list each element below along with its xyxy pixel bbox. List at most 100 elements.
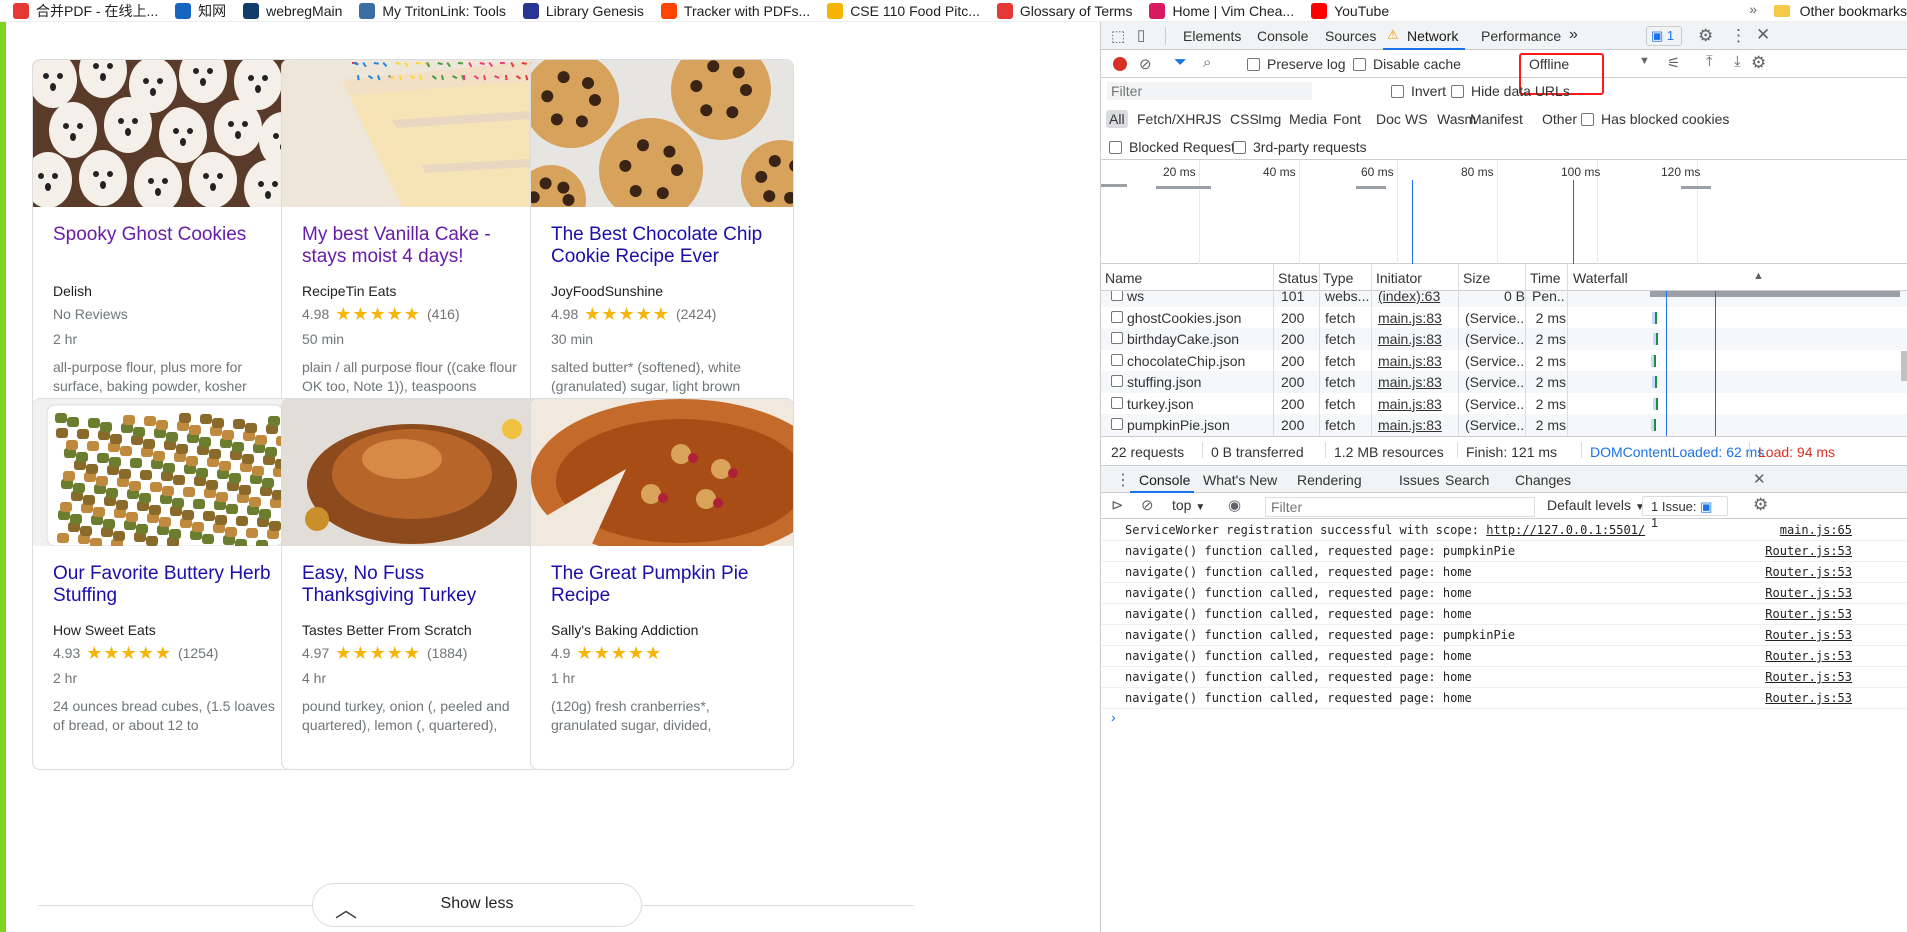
search-icon[interactable]: ⌕ — [1203, 54, 1211, 71]
type-filter-manifest[interactable]: Manifest — [1470, 111, 1523, 127]
tab-console[interactable]: Console — [1257, 28, 1308, 44]
record-stop-icon[interactable] — [1113, 57, 1127, 71]
console-source-link[interactable]: Router.js:53 — [1765, 670, 1852, 684]
recipe-title-link[interactable]: Easy, No Fuss Thanksgiving Turkey — [302, 563, 524, 617]
drawer-tab-rendering[interactable]: Rendering — [1297, 472, 1362, 488]
request-row[interactable]: stuffing.json 200 fetch main.js:83 (Service.… — [1101, 371, 1907, 393]
network-settings-icon[interactable]: ⚙ — [1751, 53, 1766, 73]
request-initiator[interactable]: (index):63 — [1378, 291, 1458, 304]
console-source-link[interactable]: Router.js:53 — [1765, 544, 1852, 558]
console-source-link[interactable]: main.js:65 — [1780, 523, 1852, 537]
bookmark-item[interactable]: Library Genesis — [522, 2, 644, 19]
type-filter-doc[interactable]: Doc — [1376, 111, 1401, 127]
tab-sources[interactable]: Sources — [1325, 28, 1376, 44]
request-row[interactable]: turkey.json 200 fetch main.js:83 (Service...… — [1101, 392, 1907, 415]
clear-icon[interactable]: ⊘ — [1139, 55, 1152, 73]
console-filter-input[interactable] — [1265, 497, 1535, 517]
preserve-log-toggle[interactable]: Preserve log — [1247, 56, 1346, 72]
console-prompt[interactable]: › — [1111, 709, 1116, 725]
drawer-tab-whatsnew[interactable]: What's New — [1203, 472, 1277, 488]
type-filter-img[interactable]: Img — [1258, 111, 1281, 127]
recipe-card[interactable]: Easy, No Fuss Thanksgiving Turkey Tastes … — [281, 398, 545, 770]
inspect-element-icon[interactable]: ⬚ — [1111, 27, 1125, 45]
request-initiator[interactable]: main.js:83 — [1378, 417, 1458, 433]
live-expression-eye-icon[interactable]: ◉ — [1228, 496, 1241, 514]
type-filter-ws[interactable]: WS — [1405, 111, 1428, 127]
request-row[interactable]: birthdayCake.json 200 fetch main.js:83 (Serv… — [1101, 328, 1907, 350]
recipe-title-link[interactable]: The Great Pumpkin Pie Recipe — [551, 563, 773, 617]
device-toolbar-icon[interactable]: ▯ — [1137, 26, 1145, 44]
network-filter-input[interactable] — [1107, 82, 1312, 100]
kebab-menu-icon[interactable]: ⋮ — [1730, 26, 1747, 46]
recipe-title-link[interactable]: The Best Chocolate Chip Cookie Recipe Ev… — [551, 224, 773, 278]
request-initiator[interactable]: main.js:83 — [1378, 396, 1458, 412]
log-levels-select[interactable]: Default levels ▼ — [1547, 497, 1645, 513]
sort-arrow-icon[interactable]: ▲ — [1753, 270, 1764, 282]
console-url-link[interactable]: http://127.0.0.1:5501/ — [1486, 523, 1645, 537]
bookmark-item[interactable]: My TritonLink: Tools — [359, 2, 506, 19]
drawer-tab-changes[interactable]: Changes — [1515, 472, 1571, 488]
request-row[interactable]: ghostCookies.json 200 fetch main.js:83 (Serv… — [1101, 306, 1907, 329]
table-scrollbar[interactable] — [1901, 351, 1907, 381]
clear-console-icon[interactable]: ⊘ — [1141, 496, 1154, 514]
network-conditions-icon[interactable]: ⚟ — [1667, 54, 1680, 72]
invert-toggle[interactable]: Invert — [1391, 83, 1446, 99]
hide-data-urls-toggle[interactable]: Hide data URLs — [1451, 83, 1570, 99]
bookmark-item[interactable]: CSE 110 Food Pitc... — [827, 2, 980, 19]
column-header-status[interactable]: Status — [1278, 270, 1318, 286]
request-row[interactable]: chocolateChip.json 200 fetch main.js:83 (Ser… — [1101, 349, 1907, 372]
bookmark-item[interactable]: 合并PDF - 在线上... — [13, 1, 158, 21]
hide-data-urls-checkbox[interactable] — [1451, 84, 1464, 98]
import-har-icon[interactable]: ⤒ — [1706, 53, 1713, 70]
drawer-menu-icon[interactable]: ⋮ — [1115, 470, 1131, 490]
bookmark-item[interactable]: Glossary of Terms — [996, 2, 1132, 19]
column-header-waterfall[interactable]: Waterfall — [1573, 270, 1628, 286]
close-devtools-icon[interactable]: ✕ — [1756, 25, 1770, 45]
more-bookmarks-button[interactable]: » — [1749, 1, 1757, 17]
recipe-card[interactable]: The Great Pumpkin Pie Recipe Sally's Baki… — [530, 398, 794, 770]
column-header-time[interactable]: Time — [1530, 270, 1561, 286]
disable-cache-checkbox[interactable] — [1353, 57, 1366, 71]
recipe-title-link[interactable]: Spooky Ghost Cookies — [53, 224, 275, 278]
bookmark-item[interactable]: Tracker with PDFs... — [660, 2, 810, 19]
console-source-link[interactable]: Router.js:53 — [1765, 586, 1852, 600]
recipe-title-link[interactable]: My best Vanilla Cake - stays moist 4 day… — [302, 224, 524, 278]
tab-performance[interactable]: Performance — [1481, 28, 1561, 44]
column-header-size[interactable]: Size — [1463, 270, 1490, 286]
request-initiator[interactable]: main.js:83 — [1378, 310, 1458, 326]
recipe-card[interactable]: My best Vanilla Cake - stays moist 4 day… — [281, 59, 545, 431]
type-filter-css[interactable]: CSS — [1230, 111, 1259, 127]
type-filter-other[interactable]: Other — [1542, 111, 1577, 127]
column-header-name[interactable]: Name — [1105, 270, 1142, 286]
type-filter-fetchxhr[interactable]: Fetch/XHR — [1137, 111, 1205, 127]
type-filter-all[interactable]: All — [1106, 110, 1128, 128]
third-party-toggle[interactable]: 3rd-party requests — [1233, 139, 1367, 155]
bookmark-item[interactable]: webregMain — [243, 2, 342, 19]
recipe-card[interactable]: The Best Chocolate Chip Cookie Recipe Ev… — [530, 59, 794, 431]
type-filter-media[interactable]: Media — [1289, 111, 1327, 127]
console-issues-button[interactable]: 1 Issue: ▣ 1 — [1642, 496, 1728, 530]
invert-checkbox[interactable] — [1391, 84, 1404, 98]
console-source-link[interactable]: Router.js:53 — [1765, 628, 1852, 642]
request-initiator[interactable]: main.js:83 — [1378, 374, 1458, 390]
bookmark-item[interactable]: Home | Vim Chea... — [1149, 2, 1294, 19]
console-source-link[interactable]: Router.js:53 — [1765, 649, 1852, 663]
tab-network[interactable]: Network — [1407, 28, 1458, 44]
bookmark-item[interactable]: YouTube — [1311, 2, 1389, 19]
settings-gear-icon[interactable]: ⚙ — [1698, 26, 1713, 46]
bookmark-item[interactable]: 知网 — [175, 1, 226, 21]
export-har-icon[interactable]: ⤓ — [1734, 53, 1741, 70]
console-source-link[interactable]: Router.js:53 — [1765, 607, 1852, 621]
sidebar-toggle-icon[interactable]: ⊳ — [1111, 496, 1124, 514]
throttle-dropdown-icon[interactable]: ▼ — [1639, 55, 1650, 67]
request-initiator[interactable]: main.js:83 — [1378, 331, 1458, 347]
disable-cache-toggle[interactable]: Disable cache — [1353, 56, 1461, 72]
console-settings-icon[interactable]: ⚙ — [1753, 495, 1768, 515]
tab-elements[interactable]: Elements — [1183, 28, 1241, 44]
filter-funnel-icon[interactable]: ⏷ — [1174, 54, 1187, 72]
other-bookmarks-button[interactable]: Other bookmarks — [1765, 0, 1907, 21]
preserve-log-checkbox[interactable] — [1247, 57, 1260, 71]
request-row[interactable]: ws 101 webs... (index):63 0 B Pen... — [1101, 291, 1907, 307]
network-overview-timeline[interactable]: 20 ms 40 ms 60 ms 80 ms 100 ms 120 ms — [1101, 160, 1907, 264]
column-header-initiator[interactable]: Initiator — [1376, 270, 1422, 286]
